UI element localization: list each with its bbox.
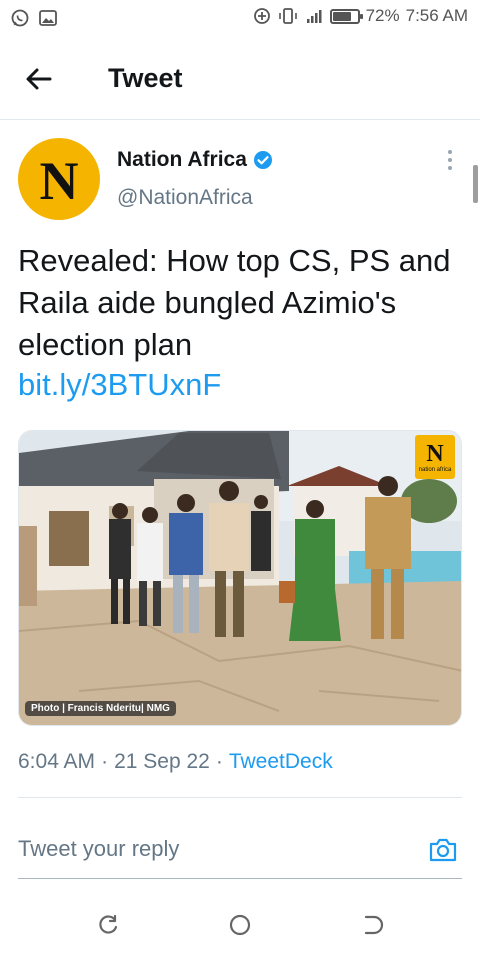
status-bar: 72% 7:56 AM: [0, 0, 480, 36]
tweet-date: 21 Sep 22: [114, 750, 210, 773]
photo-illustration: [19, 431, 461, 725]
logo-letter: N: [426, 440, 444, 467]
meta-separator: ·: [101, 750, 109, 773]
author-name-row[interactable]: Nation Africa: [117, 148, 273, 172]
scrollbar[interactable]: [473, 165, 478, 203]
author-handle[interactable]: @NationAfrica: [117, 186, 253, 210]
tweet-image[interactable]: N nation africa Photo | Francis Nderitu|…: [18, 430, 462, 726]
clock: 7:56 AM: [405, 6, 468, 25]
gallery-icon: [39, 10, 57, 26]
battery-fill: [332, 11, 352, 21]
nation-africa-logo: N nation africa: [415, 435, 455, 479]
page-title: Tweet: [108, 63, 183, 93]
author-name[interactable]: Nation Africa: [117, 148, 247, 172]
vibrate-icon: [278, 8, 297, 24]
back-nav-icon[interactable]: [360, 912, 386, 938]
whatsapp-icon: [11, 9, 29, 27]
home-icon[interactable]: [227, 912, 253, 938]
reply-input[interactable]: Tweet your reply: [18, 836, 418, 862]
battery-icon: [329, 8, 363, 24]
avatar[interactable]: N: [18, 138, 100, 220]
tweet-link[interactable]: bit.ly/3BTUxnF: [18, 367, 221, 403]
signal-icon: [306, 10, 322, 23]
divider: [18, 797, 462, 798]
app-header: Tweet: [0, 36, 480, 120]
battery-percent: 72%: [365, 6, 400, 25]
photo-credit: Photo | Francis Nderitu| NMG: [25, 701, 176, 716]
logo-text: nation africa: [418, 466, 452, 473]
arrow-left-icon[interactable]: [22, 62, 56, 96]
more-options-icon[interactable]: [444, 150, 456, 176]
verified-badge-icon: [253, 151, 272, 169]
camera-icon[interactable]: [427, 834, 459, 866]
tweet-text: Revealed: How top CS, PS and Raila aide …: [18, 243, 451, 362]
recent-apps-icon[interactable]: [95, 912, 121, 938]
tweet-time: 6:04 AM: [18, 750, 96, 773]
data-saver-icon: [253, 8, 270, 24]
meta-separator: ·: [215, 750, 223, 773]
reply-underline: [18, 878, 462, 879]
avatar-letter: N: [39, 151, 79, 211]
tweet-source-link[interactable]: TweetDeck: [229, 750, 333, 774]
tweet-meta: 6:04 AM · 21 Sep 22 · TweetDeck: [18, 750, 333, 774]
system-nav-bar: [0, 890, 480, 960]
